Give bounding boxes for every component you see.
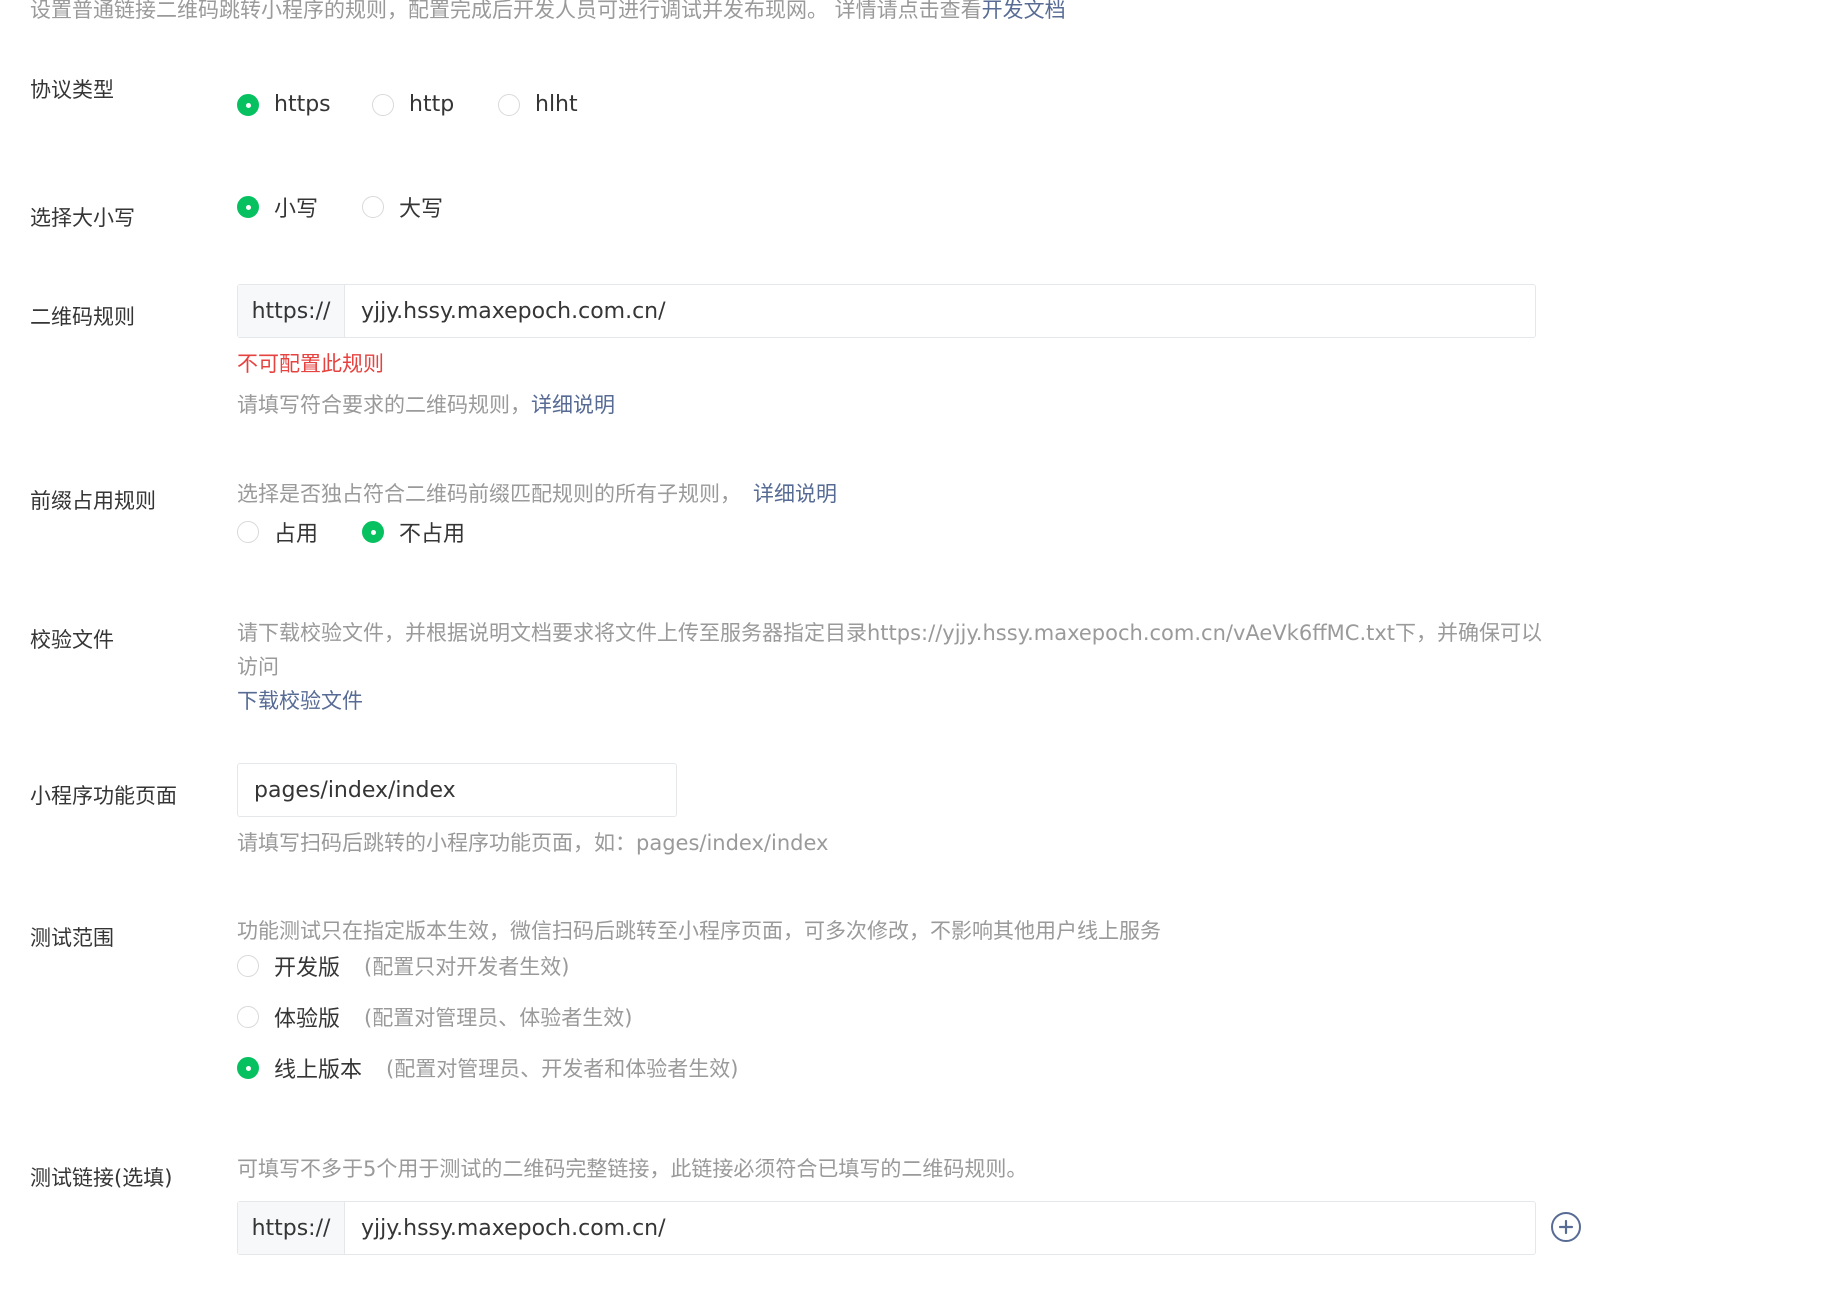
radio-unchecked-icon[interactable] [237, 955, 259, 977]
radio-checked-icon[interactable] [237, 93, 259, 116]
case-radio-upper[interactable]: 大写 [362, 191, 443, 223]
radio-label: 小写 [274, 197, 319, 222]
test-scope-label: 测试范围 [30, 926, 114, 950]
radio-unchecked-icon[interactable] [372, 93, 394, 116]
radio-label: 线上版本 [274, 1058, 363, 1083]
qr-rule-detail-link[interactable]: 详细说明 [531, 393, 615, 417]
page-path-label: 小程序功能页面 [30, 784, 177, 808]
test-scope-hint: 功能测试只在指定版本生效，微信扫码后跳转至小程序页面，可多次修改，不影响其他用户… [237, 919, 1161, 943]
radio-label: 不占用 [399, 522, 466, 547]
prefix-rule-label: 前缀占用规则 [30, 489, 156, 513]
intro-text: 设置普通链接二维码跳转小程序的规则，配置完成后开发人员可进行调试并发布现网。 详… [30, 0, 1066, 24]
protocol-label: 协议类型 [30, 78, 114, 102]
qr-rule-config-page: 设置普通链接二维码跳转小程序的规则，配置完成后开发人员可进行调试并发布现网。 详… [0, 0, 1833, 1305]
qr-rule-label: 二维码规则 [30, 305, 135, 329]
dev-docs-link[interactable]: 开发文档 [982, 0, 1066, 22]
radio-label: hlht [535, 92, 578, 117]
prefix-rule-hint-text: 选择是否独占符合二维码前缀匹配规则的所有子规则， [237, 482, 741, 506]
scope-radio-trial[interactable]: 体验版 (配置对管理员、体验者生效) [237, 1001, 632, 1033]
case-radio-lower[interactable]: 小写 [237, 191, 318, 223]
protocol-radio-http[interactable]: http [372, 92, 454, 117]
download-verify-file-link[interactable]: 下载校验文件 [237, 685, 363, 715]
page-path-hint: 请填写扫码后跳转的小程序功能页面，如：pages/index/index [237, 831, 829, 855]
radio-checked-icon[interactable] [237, 196, 259, 218]
qr-rule-error: 不可配置此规则 [237, 352, 384, 376]
qr-rule-hint-text: 请填写符合要求的二维码规则， [237, 393, 531, 417]
qr-rule-input-group[interactable]: https:// yjjy.hssy.maxepoch.com.cn/ [237, 284, 1536, 338]
radio-label: 开发版 [274, 956, 341, 981]
prefix-radio-not-occupy[interactable]: 不占用 [362, 516, 465, 548]
prefix-rule-hint: 选择是否独占符合二维码前缀匹配规则的所有子规则， 详细说明 [237, 478, 837, 508]
plus-circle-icon[interactable] [1551, 1212, 1581, 1242]
plus-icon-glyph [1558, 1219, 1574, 1235]
radio-unchecked-icon[interactable] [498, 93, 520, 116]
radio-label: 大写 [399, 197, 444, 222]
test-link-prefix: https:// [238, 1202, 345, 1254]
radio-desc: (配置对管理员、体验者生效) [364, 1006, 633, 1030]
test-link-hint: 可填写不多于5个用于测试的二维码完整链接，此链接必须符合已填写的二维码规则。 [237, 1157, 1028, 1181]
scope-radio-dev[interactable]: 开发版 (配置只对开发者生效) [237, 950, 569, 982]
radio-checked-icon[interactable] [237, 1057, 259, 1079]
protocol-radio-https[interactable]: https [237, 92, 331, 117]
radio-desc: (配置只对开发者生效) [364, 955, 570, 979]
radio-label: 占用 [274, 522, 319, 547]
protocol-radio-hlht[interactable]: hlht [498, 92, 578, 117]
radio-unchecked-icon[interactable] [362, 196, 384, 218]
radio-unchecked-icon[interactable] [237, 521, 259, 543]
prefix-radio-occupy[interactable]: 占用 [237, 516, 318, 548]
radio-unchecked-icon[interactable] [237, 1006, 259, 1028]
page-path-input[interactable]: pages/index/index [237, 763, 677, 817]
radio-checked-icon[interactable] [362, 521, 384, 543]
verify-file-desc-line1: 请下载校验文件，并根据说明文档要求将文件上传至服务器指定目录https://yj… [237, 621, 1543, 645]
intro-description: 设置普通链接二维码跳转小程序的规则，配置完成后开发人员可进行调试并发布现网。 详… [30, 0, 982, 22]
prefix-rule-detail-link[interactable]: 详细说明 [753, 482, 837, 506]
case-label: 选择大小写 [30, 206, 135, 230]
qr-rule-prefix: https:// [238, 285, 345, 337]
test-link-input-group[interactable]: https:// yjjy.hssy.maxepoch.com.cn/ [237, 1201, 1536, 1255]
verify-file-label: 校验文件 [30, 628, 114, 652]
test-link-label: 测试链接(选填) [30, 1166, 173, 1190]
radio-label: http [409, 92, 455, 117]
radio-desc: (配置对管理员、开发者和体验者生效) [386, 1057, 739, 1081]
radio-label: https [274, 92, 331, 117]
radio-label: 体验版 [274, 1007, 341, 1032]
scope-radio-online[interactable]: 线上版本 (配置对管理员、开发者和体验者生效) [237, 1052, 738, 1084]
verify-file-desc-line2: 访问 [237, 655, 279, 679]
qr-rule-input[interactable]: yjjy.hssy.maxepoch.com.cn/ [345, 285, 666, 337]
qr-rule-hint: 请填写符合要求的二维码规则，详细说明 [237, 389, 615, 419]
test-link-input[interactable]: yjjy.hssy.maxepoch.com.cn/ [345, 1202, 666, 1254]
